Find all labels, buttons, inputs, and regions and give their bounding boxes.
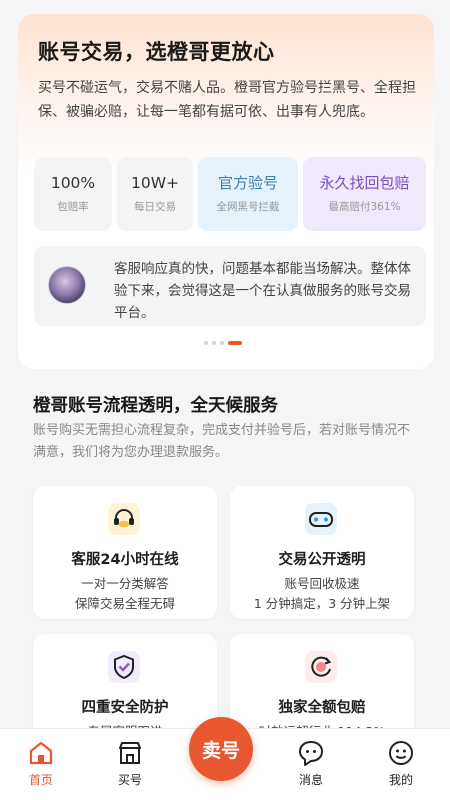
customer-service-headset-icon [108, 503, 140, 535]
process-section-title: 橙哥账号流程透明，全天候服务 [33, 396, 278, 416]
home-icon [29, 741, 53, 765]
hero-description: 买号不碰运气，交易不赌人品。橙哥官方验号拦黑号、全程担保、被骗必赔，让每一笔都有… [38, 80, 416, 120]
nav-label-buy: 买号 [117, 773, 142, 787]
nav-item-buy[interactable]: 买号 [95, 729, 165, 800]
stat-compensation-rate[interactable]: 100% 包赔率 [34, 157, 112, 231]
stat-value: 永久找回包赔 [319, 174, 410, 192]
stat-daily-trades[interactable]: 10W+ 每日交易 [117, 157, 193, 231]
feature-title: 四重安全防护 [81, 700, 169, 716]
feature-description: 一对一分类解答 保障交易全程无碍 [33, 574, 217, 614]
hero-card: 账号交易，选橙哥更放心 买号不碰运气，交易不赌人品。橙哥官方验号拦黑号、全程担保… [18, 14, 434, 369]
feature-desc-line: 一对一分类解答 [81, 576, 169, 591]
stat-label: 全网黑号拦截 [216, 201, 280, 213]
stats-row: 100% 包赔率 10W+ 每日交易 官方验号 全网黑号拦截 永久找回包赔 最高… [34, 157, 426, 231]
user-review-card[interactable]: 客服响应真的快，问题基本都能当场解决。整体体验下来，会觉得这是一个在认真做服务的… [34, 246, 426, 326]
profile-smile-icon [389, 741, 413, 765]
nav-label-home: 首页 [28, 773, 53, 787]
avatar [48, 266, 86, 304]
shield-check-icon [108, 651, 140, 683]
nav-item-mine[interactable]: 我的 [366, 729, 436, 800]
feature-title: 独家全额包赔 [278, 700, 366, 716]
nav-item-messages[interactable]: 消息 [276, 729, 346, 800]
sell-account-button[interactable]: 卖号 [189, 717, 253, 781]
nav-item-home[interactable]: 首页 [6, 729, 76, 800]
stat-permanent-claim[interactable]: 永久找回包赔 最高赔付361% [303, 157, 426, 231]
feature-desc-line: 账号回收极速 [284, 576, 360, 591]
carousel-dot-active[interactable] [228, 341, 242, 345]
review-text: 客服响应真的快，问题基本都能当场解决。整体体验下来，会觉得这是一个在认真做服务的… [114, 261, 411, 321]
carousel-dot[interactable] [204, 341, 208, 345]
carousel-indicator[interactable] [204, 340, 264, 346]
process-section-description: 账号购买无需担心流程复杂，完成支付并验号后，若对账号情况不满意，我们将为您办理退… [33, 423, 411, 460]
feature-desc-line: 1 分钟搞定，3 分钟上架 [253, 596, 391, 611]
stat-value: 100% [50, 174, 96, 192]
feature-desc-line: 保障交易全程无碍 [74, 596, 175, 611]
feature-card-customer-service[interactable]: 客服24小时在线 一对一分类解答 保障交易全程无碍 [33, 486, 217, 619]
carousel-dot[interactable] [212, 341, 216, 345]
stat-label: 最高赔付361% [328, 201, 401, 213]
stat-official-verify[interactable]: 官方验号 全网黑号拦截 [198, 157, 298, 231]
feature-description: 账号回收极速 1 分钟搞定，3 分钟上架 [230, 574, 414, 614]
feature-title: 客服24小时在线 [71, 552, 179, 568]
app-page: 账号交易，选橙哥更放心 买号不碰运气，交易不赌人品。橙哥官方验号拦黑号、全程担保… [0, 0, 450, 800]
message-icon [299, 741, 323, 766]
gamepad-icon [305, 503, 337, 535]
nav-label-mine: 我的 [388, 773, 413, 787]
nav-label-messages: 消息 [298, 773, 323, 787]
stat-label: 包赔率 [57, 201, 89, 213]
stat-value: 官方验号 [217, 174, 278, 192]
stat-value: 10W+ [130, 174, 180, 192]
feature-card-transparent-trade[interactable]: 交易公开透明 账号回收极速 1 分钟搞定，3 分钟上架 [230, 486, 414, 619]
stat-label: 每日交易 [134, 201, 176, 213]
refund-yen-icon [305, 651, 337, 683]
carousel-dot[interactable] [220, 341, 224, 345]
shop-icon [119, 742, 141, 764]
hero-title: 账号交易，选橙哥更放心 [38, 40, 275, 64]
feature-title: 交易公开透明 [278, 552, 366, 568]
